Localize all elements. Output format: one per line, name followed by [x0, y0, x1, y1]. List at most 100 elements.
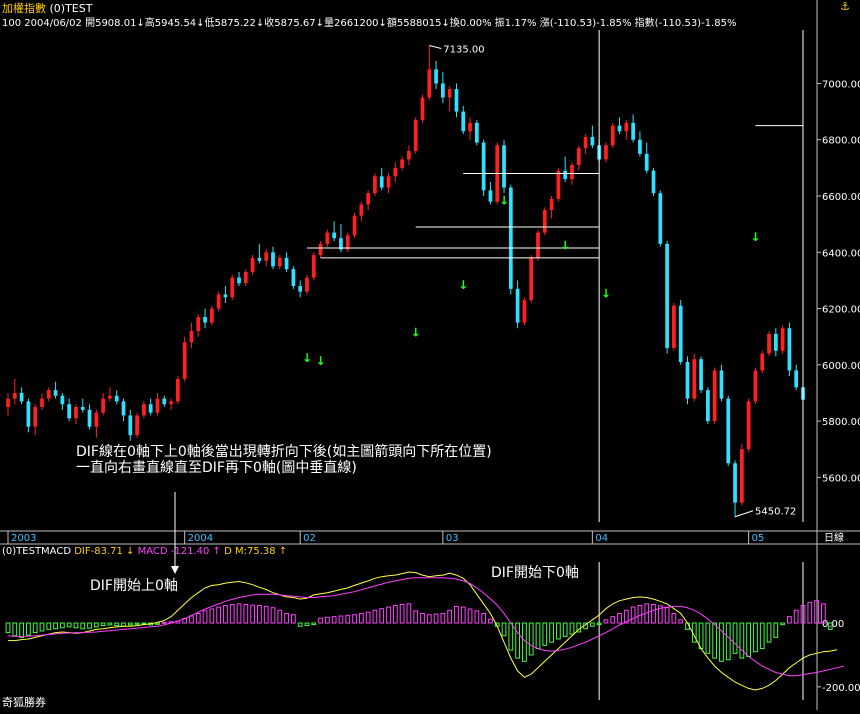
macd-bar-positive — [358, 612, 364, 624]
candle-body — [264, 252, 269, 261]
macd-bar-positive — [257, 604, 262, 624]
candle-body — [40, 398, 44, 408]
macd-bar-negative — [311, 622, 317, 626]
candle-body — [271, 252, 275, 267]
macd-bar-negative — [12, 622, 18, 637]
macd-bar-negative — [93, 622, 99, 628]
candle-body — [685, 362, 690, 399]
candle-body — [542, 210, 547, 233]
macd-bar-negative — [725, 622, 731, 661]
candle-body — [386, 176, 391, 188]
macd-bar-negative — [80, 622, 86, 630]
macd-bar-negative — [297, 622, 303, 627]
candle-body — [624, 122, 629, 132]
date-label: 05 — [752, 533, 765, 544]
candle-body — [243, 271, 248, 284]
candle-body — [434, 69, 438, 84]
candle-body — [176, 378, 180, 402]
candle-body — [760, 353, 765, 371]
candle-body — [223, 294, 228, 298]
macd-bar-positive — [270, 607, 276, 624]
candle-body — [474, 122, 479, 143]
candle-body — [203, 316, 207, 323]
candle-body — [488, 190, 493, 202]
candle-body — [427, 69, 432, 98]
candle-body — [325, 232, 330, 244]
candle-body — [379, 176, 384, 188]
candle-body — [563, 170, 568, 180]
macd-bar-negative — [746, 622, 752, 658]
macd-bar-negative — [508, 622, 514, 651]
macd-bar-negative — [141, 622, 147, 625]
candle-body — [311, 255, 316, 278]
candle-body — [454, 89, 459, 112]
candle-body — [74, 407, 78, 419]
candle-body — [121, 401, 126, 416]
macd-bar-positive — [787, 616, 792, 624]
macd-bar-negative — [753, 622, 758, 653]
macd-bar-positive — [250, 604, 255, 624]
macd-bar-positive — [345, 614, 351, 624]
macd-bar-positive — [386, 606, 391, 624]
macd-bar-positive — [229, 604, 235, 624]
candle-body — [508, 187, 513, 289]
price-tick-label: 6400.00 — [822, 248, 860, 259]
candle-body — [33, 407, 38, 427]
macd-bar-positive — [460, 606, 466, 624]
macd-bar-positive — [284, 612, 289, 624]
macd-bar-negative — [712, 622, 718, 659]
candle-body — [237, 277, 241, 284]
date-label: 2003 — [11, 533, 36, 544]
macd-bar-positive — [630, 606, 636, 624]
candle-body — [298, 286, 303, 292]
price-tick-label: 5800.00 — [822, 417, 860, 428]
macd-bar-negative — [19, 622, 24, 638]
m-value: M:75.38 ↑ — [235, 546, 288, 557]
macd-bar-positive — [365, 611, 371, 624]
macd-bar-positive — [352, 614, 357, 624]
macd-bar-positive — [671, 612, 677, 624]
macd-bar-positive — [223, 604, 228, 624]
price-tick-label: 5600.00 — [822, 473, 860, 484]
candle-body — [502, 145, 506, 188]
date-label: 04 — [595, 533, 608, 544]
down-arrow-icon: ↓ — [458, 278, 468, 292]
macd-bar-positive — [392, 604, 398, 624]
candle-body — [108, 395, 112, 399]
down-arrow-icon: ↓ — [601, 286, 611, 300]
date-label: 2004 — [188, 533, 213, 544]
candle-body — [672, 305, 676, 348]
macd-bar-positive — [209, 608, 215, 624]
candle-body — [767, 333, 771, 354]
macd-bar-negative — [114, 622, 120, 627]
macd-bar-positive — [447, 609, 453, 624]
candle-body — [53, 390, 58, 396]
candle-body — [522, 300, 527, 323]
macd-bar-positive — [617, 612, 622, 624]
down-arrow-icon: ↓ — [560, 238, 570, 252]
macd-bar-positive — [338, 615, 344, 624]
macd-bar-negative — [549, 622, 554, 643]
macd-bar-negative — [87, 622, 92, 629]
macd-bar-negative — [53, 622, 58, 630]
candle-body — [441, 83, 445, 98]
candle-body — [284, 257, 289, 270]
macd-bar-negative — [522, 622, 527, 662]
macd-bar-positive — [440, 612, 446, 624]
macd-bar-positive — [433, 613, 439, 624]
macd-bar-positive — [243, 604, 249, 624]
candle-body — [461, 111, 466, 132]
candle-body — [407, 150, 411, 160]
macd-bar-positive — [399, 604, 405, 624]
macd-bar-negative — [5, 622, 11, 634]
candle-body — [142, 404, 146, 416]
candle-body — [773, 333, 778, 351]
macd-bar-positive — [664, 607, 670, 624]
macd-bar-positive — [189, 615, 194, 624]
candle-body — [726, 398, 731, 464]
macd-bar-positive — [651, 604, 656, 624]
candle-body — [706, 390, 710, 422]
macd-bar-positive — [467, 608, 473, 624]
macd-bar-negative — [732, 622, 738, 654]
candle-body — [196, 316, 201, 332]
